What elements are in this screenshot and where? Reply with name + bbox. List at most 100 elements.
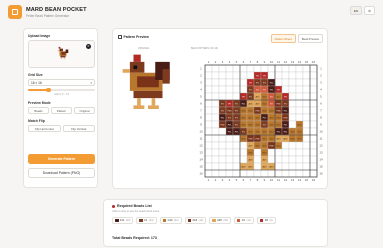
grid-cell-empty[interactable] [302, 71, 311, 80]
bead-color-chip[interactable]: A25 (15) [209, 217, 231, 224]
grid-cell-empty[interactable] [302, 148, 311, 157]
grid-cell-empty[interactable] [204, 64, 213, 73]
grid-cell-empty[interactable] [232, 134, 241, 143]
grid-cell-empty[interactable] [211, 162, 220, 171]
grid-cell-empty[interactable] [218, 78, 227, 87]
grid-cell-empty[interactable] [281, 78, 290, 87]
grid-cell-empty[interactable] [295, 169, 304, 178]
grid-cell-empty[interactable] [309, 134, 318, 143]
grid-cell-empty[interactable] [302, 155, 311, 164]
grid-cell-empty[interactable] [204, 134, 213, 143]
grid-cell-empty[interactable] [211, 148, 220, 157]
grid-cell-empty[interactable] [288, 120, 297, 129]
grid-cell-empty[interactable] [288, 162, 297, 171]
grid-cell-empty[interactable] [281, 85, 290, 94]
grid-cell-empty[interactable] [211, 120, 220, 129]
mode-pattern-button[interactable]: Pattern [51, 107, 72, 114]
grid-cell-empty[interactable] [218, 134, 227, 143]
grid-cell-empty[interactable] [309, 155, 318, 164]
grid-cell-empty[interactable] [211, 169, 220, 178]
bead-color-chip[interactable]: F11 (23) [112, 217, 134, 224]
grid-cell-empty[interactable] [246, 71, 255, 80]
grid-cell-empty[interactable] [288, 71, 297, 80]
grid-cell-empty[interactable] [267, 64, 276, 73]
grid-cell-empty[interactable] [225, 78, 234, 87]
grid-cell-empty[interactable] [281, 64, 290, 73]
grid-cell-empty[interactable] [204, 85, 213, 94]
grid-cell-empty[interactable] [211, 99, 220, 108]
bead-color-chip[interactable]: F8 (4) [256, 217, 276, 224]
grid-cell-empty[interactable] [225, 71, 234, 80]
upload-dropzone[interactable]: ✕ [28, 40, 95, 68]
grid-cell-empty[interactable] [309, 120, 318, 129]
grid-cell-empty[interactable] [302, 134, 311, 143]
grid-cell-empty[interactable] [274, 71, 283, 80]
grid-cell-empty[interactable] [288, 106, 297, 115]
grid-cell-empty[interactable] [274, 162, 283, 171]
grid-cell-empty[interactable] [204, 169, 213, 178]
grid-cell-empty[interactable] [253, 162, 262, 171]
grid-cell-empty[interactable] [295, 99, 304, 108]
grid-cell-empty[interactable] [281, 155, 290, 164]
grid-cell-empty[interactable] [309, 113, 318, 122]
grid-cell-empty[interactable] [204, 92, 213, 101]
grid-cell-empty[interactable] [309, 85, 318, 94]
grid-cell-empty[interactable] [302, 85, 311, 94]
grid-cell-empty[interactable] [232, 162, 241, 171]
grid-cell-empty[interactable] [211, 85, 220, 94]
grid-cell-empty[interactable] [204, 106, 213, 115]
grid-cell-empty[interactable] [204, 99, 213, 108]
lang-en-button[interactable]: EN [349, 6, 362, 15]
grid-cell-empty[interactable] [204, 148, 213, 157]
grid-cell-empty[interactable] [225, 162, 234, 171]
grid-cell-empty[interactable] [218, 71, 227, 80]
grid-cell-empty[interactable] [267, 155, 276, 164]
grid-cell-empty[interactable] [260, 64, 269, 73]
grid-cell-empty[interactable] [295, 92, 304, 101]
grid-cell-empty[interactable] [288, 155, 297, 164]
grid-cell-empty[interactable] [239, 141, 248, 150]
grid-cell-empty[interactable] [302, 64, 311, 73]
tab-bead-preview[interactable]: Bead Preview [297, 34, 323, 43]
grid-size-slider[interactable] [28, 87, 95, 93]
grid-cell-empty[interactable] [302, 92, 311, 101]
grid-cell-empty[interactable] [302, 127, 311, 136]
grid-cell-empty[interactable] [302, 113, 311, 122]
grid-cell-empty[interactable] [281, 141, 290, 150]
flip-vertical-button[interactable]: Flip Vertical [62, 125, 95, 132]
grid-cell-empty[interactable] [302, 141, 311, 150]
grid-cell-empty[interactable] [288, 78, 297, 87]
grid-cell-empty[interactable] [225, 148, 234, 157]
grid-cell-empty[interactable] [204, 141, 213, 150]
bead-color-chip[interactable]: F1 (24) [136, 217, 157, 224]
grid-cell-empty[interactable] [218, 169, 227, 178]
bead-pattern-grid[interactable]: 111 1222 2333 3444 4555 5666 6777 7888 8999 91010… [197, 57, 325, 185]
grid-cell-empty[interactable] [260, 169, 269, 178]
grid-cell-empty[interactable] [204, 162, 213, 171]
flip-horizontal-button[interactable]: Flip Horizontal [28, 125, 61, 132]
grid-cell-empty[interactable] [232, 148, 241, 157]
grid-cell-empty[interactable] [239, 85, 248, 94]
grid-cell-empty[interactable] [295, 155, 304, 164]
grid-cell-empty[interactable] [309, 64, 318, 73]
grid-cell-empty[interactable] [211, 134, 220, 143]
grid-cell-empty[interactable] [274, 148, 283, 157]
grid-cell-empty[interactable] [246, 64, 255, 73]
mode-original-button[interactable]: Original [74, 107, 95, 114]
grid-cell-empty[interactable] [274, 155, 283, 164]
grid-cell-empty[interactable] [211, 106, 220, 115]
grid-cell-empty[interactable] [302, 78, 311, 87]
grid-cell-empty[interactable] [204, 120, 213, 129]
grid-cell-empty[interactable] [211, 92, 220, 101]
grid-cell-empty[interactable] [295, 148, 304, 157]
grid-cell-empty[interactable] [232, 169, 241, 178]
grid-cell-empty[interactable] [218, 155, 227, 164]
grid-cell-empty[interactable] [281, 162, 290, 171]
grid-cell-empty[interactable] [225, 169, 234, 178]
lang-zh-button[interactable]: 中 [363, 6, 375, 15]
grid-cell-empty[interactable] [309, 78, 318, 87]
grid-cell-empty[interactable] [239, 169, 248, 178]
grid-cell-empty[interactable] [225, 92, 234, 101]
grid-cell-empty[interactable] [302, 99, 311, 108]
grid-cell-empty[interactable] [211, 155, 220, 164]
